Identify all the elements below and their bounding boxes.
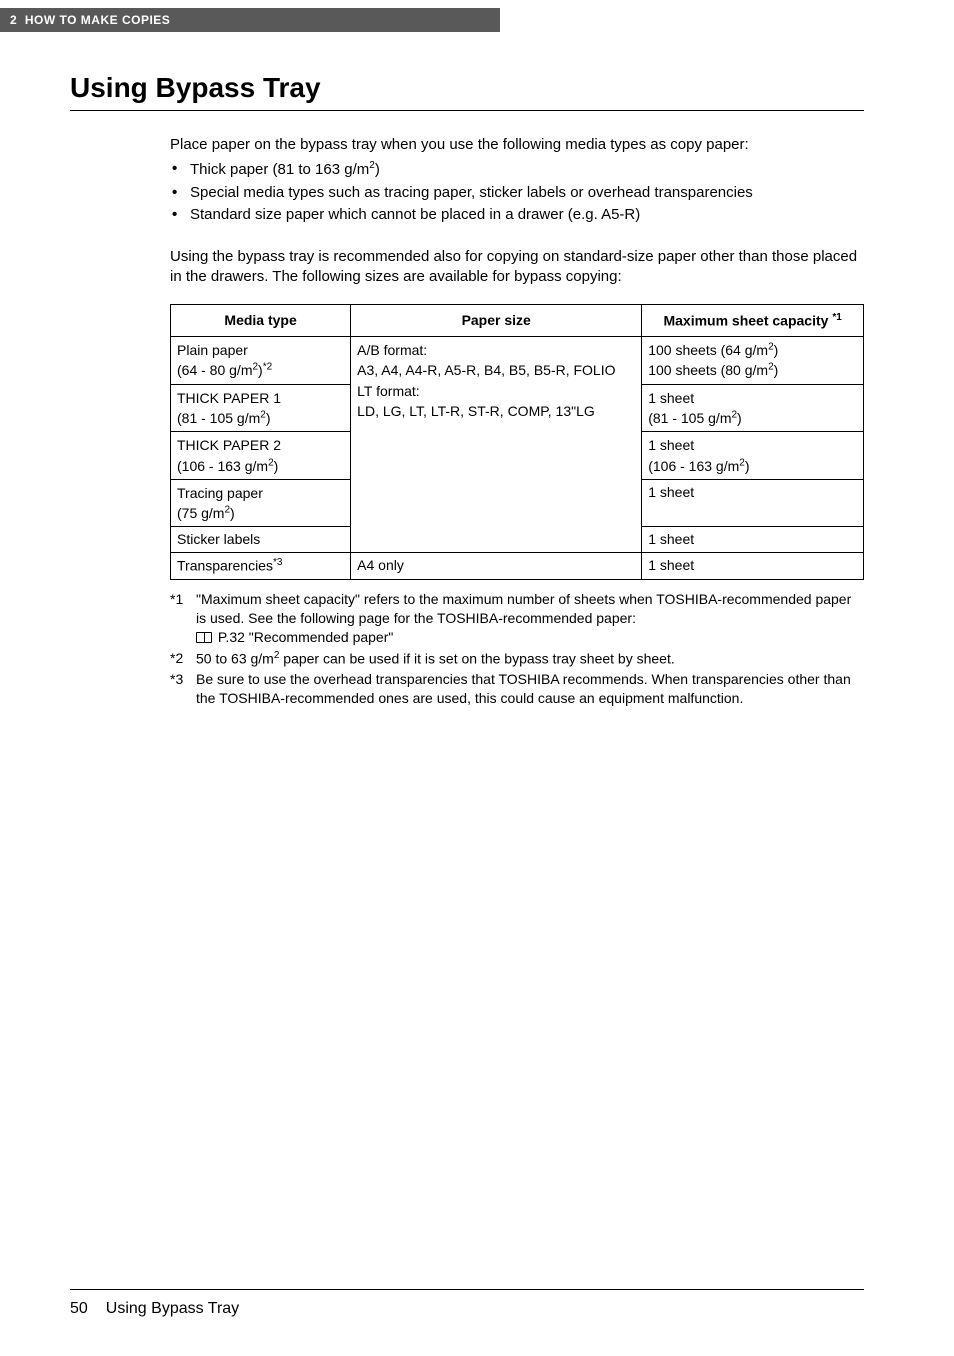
list-item: Thick paper (81 to 163 g/m2) [190, 159, 864, 180]
page-title: Using Bypass Tray [70, 72, 864, 104]
intro-section: Place paper on the bypass tray when you … [170, 135, 864, 708]
cell-media: Tracing paper (75 g/m2) [171, 479, 351, 527]
cell-media: Sticker labels [171, 527, 351, 553]
intro-para2: Using the bypass tray is recommended als… [170, 247, 864, 288]
chapter-num: 2 [10, 13, 17, 27]
th-media: Media type [171, 304, 351, 337]
heading-underline [70, 110, 864, 111]
chapter-title: HOW TO MAKE COPIES [25, 13, 170, 27]
footnote: *3 Be sure to use the overhead transpare… [170, 670, 864, 708]
page-number: 50 [70, 1300, 88, 1317]
th-size: Paper size [351, 304, 642, 337]
footnote-text: "Maximum sheet capacity" refers to the m… [196, 590, 864, 647]
footnote: *2 50 to 63 g/m2 paper can be used if it… [170, 649, 864, 669]
footnote-num: *2 [170, 649, 196, 669]
cell-media: THICK PAPER 1 (81 - 105 g/m2) [171, 384, 351, 432]
cell-capacity: 1 sheet [642, 553, 864, 580]
cell-capacity: 1 sheet [642, 479, 864, 527]
cell-size-merged: A/B format: A3, A4, A4-R, A5-R, B4, B5, … [351, 337, 642, 553]
footer-title: Using Bypass Tray [106, 1300, 239, 1317]
footnote-text: Be sure to use the overhead transparenci… [196, 670, 864, 708]
list-item: Special media types such as tracing pape… [190, 183, 864, 203]
footnotes: *1 "Maximum sheet capacity" refers to th… [170, 590, 864, 708]
media-table: Media type Paper size Maximum sheet capa… [170, 304, 864, 580]
footnote: *1 "Maximum sheet capacity" refers to th… [170, 590, 864, 647]
intro-text: Place paper on the bypass tray when you … [170, 135, 864, 155]
bullet-list: Thick paper (81 to 163 g/m2) Special med… [170, 159, 864, 225]
th-capacity: Maximum sheet capacity *1 [642, 304, 864, 337]
list-item: Standard size paper which cannot be plac… [190, 205, 864, 225]
chapter-header: 2 HOW TO MAKE COPIES [0, 8, 500, 32]
footnote-num: *3 [170, 670, 196, 708]
page-content: Using Bypass Tray Place paper on the byp… [0, 32, 954, 708]
cell-capacity: 100 sheets (64 g/m2) 100 sheets (80 g/m2… [642, 337, 864, 385]
cell-media: THICK PAPER 2 (106 - 163 g/m2) [171, 432, 351, 480]
page-footer: 50 Using Bypass Tray [70, 1289, 864, 1318]
cell-size: A4 only [351, 553, 642, 580]
book-icon [196, 632, 212, 643]
cell-capacity: 1 sheet (81 - 105 g/m2) [642, 384, 864, 432]
table-row: Plain paper (64 - 80 g/m2)*2 A/B format:… [171, 337, 864, 385]
table-row: Transparencies*3 A4 only 1 sheet [171, 553, 864, 580]
cell-media: Transparencies*3 [171, 553, 351, 580]
cell-capacity: 1 sheet [642, 527, 864, 553]
footer-divider [70, 1289, 864, 1290]
footnote-text: 50 to 63 g/m2 paper can be used if it is… [196, 649, 864, 669]
cell-capacity: 1 sheet (106 - 163 g/m2) [642, 432, 864, 480]
cell-media: Plain paper (64 - 80 g/m2)*2 [171, 337, 351, 385]
footnote-num: *1 [170, 590, 196, 647]
footer-text: 50 Using Bypass Tray [70, 1300, 864, 1318]
